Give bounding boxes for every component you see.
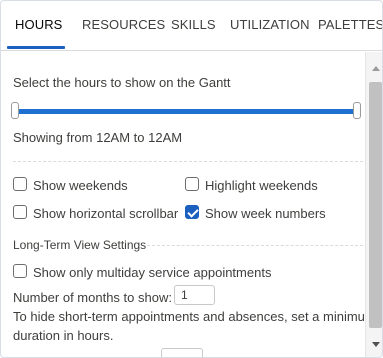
tab-resources[interactable]: RESOURCES <box>82 17 165 32</box>
slider-label: Select the hours to show on the Gantt <box>13 75 231 90</box>
multiday-only-label[interactable]: Show only multiday service appointments <box>33 265 271 280</box>
scrollbar-thumb[interactable] <box>369 82 382 328</box>
months-to-show-label: Number of months to show: <box>13 290 172 305</box>
section-divider <box>13 161 363 162</box>
show-horizontal-scrollbar-checkbox[interactable] <box>13 205 27 219</box>
min-duration-input[interactable] <box>161 348 203 357</box>
hours-range-text: Showing from 12AM to 12AM <box>13 130 183 145</box>
hours-tab-content: Select the hours to show on the Gantt Sh… <box>1 52 365 357</box>
months-to-show-input[interactable] <box>174 285 215 305</box>
min-duration-hint-line-2: duration in hours. <box>13 328 114 343</box>
hours-range-end-handle[interactable] <box>353 102 361 119</box>
show-week-numbers-label[interactable]: Show week numbers <box>205 206 326 221</box>
highlight-weekends-label[interactable]: Highlight weekends <box>205 178 318 193</box>
vertical-scrollbar[interactable] <box>365 52 382 357</box>
settings-tabs: HOURS RESOURCES SKILLS UTILIZATION PALET… <box>1 1 382 51</box>
tab-utilization[interactable]: UTILIZATION <box>230 17 310 32</box>
highlight-weekends-checkbox[interactable] <box>185 177 199 191</box>
scroll-down-arrow-icon[interactable] <box>372 342 380 347</box>
tab-palettes[interactable]: PALETTES <box>318 17 382 32</box>
show-weekends-checkbox[interactable] <box>13 177 27 191</box>
hours-range-start-handle[interactable] <box>11 102 19 119</box>
multiday-only-checkbox[interactable] <box>13 264 27 278</box>
gantt-settings-panel: HOURS RESOURCES SKILLS UTILIZATION PALET… <box>0 0 383 358</box>
show-weekends-label[interactable]: Show weekends <box>33 178 128 193</box>
active-tab-indicator <box>7 46 65 49</box>
long-term-section-title: Long-Term View Settings <box>13 238 147 252</box>
show-horizontal-scrollbar-label[interactable]: Show horizontal scrollbar <box>33 206 178 221</box>
min-duration-hint-line-1: To hide short-term appointments and abse… <box>13 309 365 324</box>
tab-hours[interactable]: HOURS <box>15 17 62 32</box>
long-term-section-divider <box>147 245 363 246</box>
tab-skills[interactable]: SKILLS <box>171 17 216 32</box>
scroll-up-arrow-icon[interactable] <box>372 66 380 71</box>
hours-range-track[interactable] <box>13 109 360 114</box>
show-week-numbers-checkbox[interactable] <box>185 205 199 219</box>
